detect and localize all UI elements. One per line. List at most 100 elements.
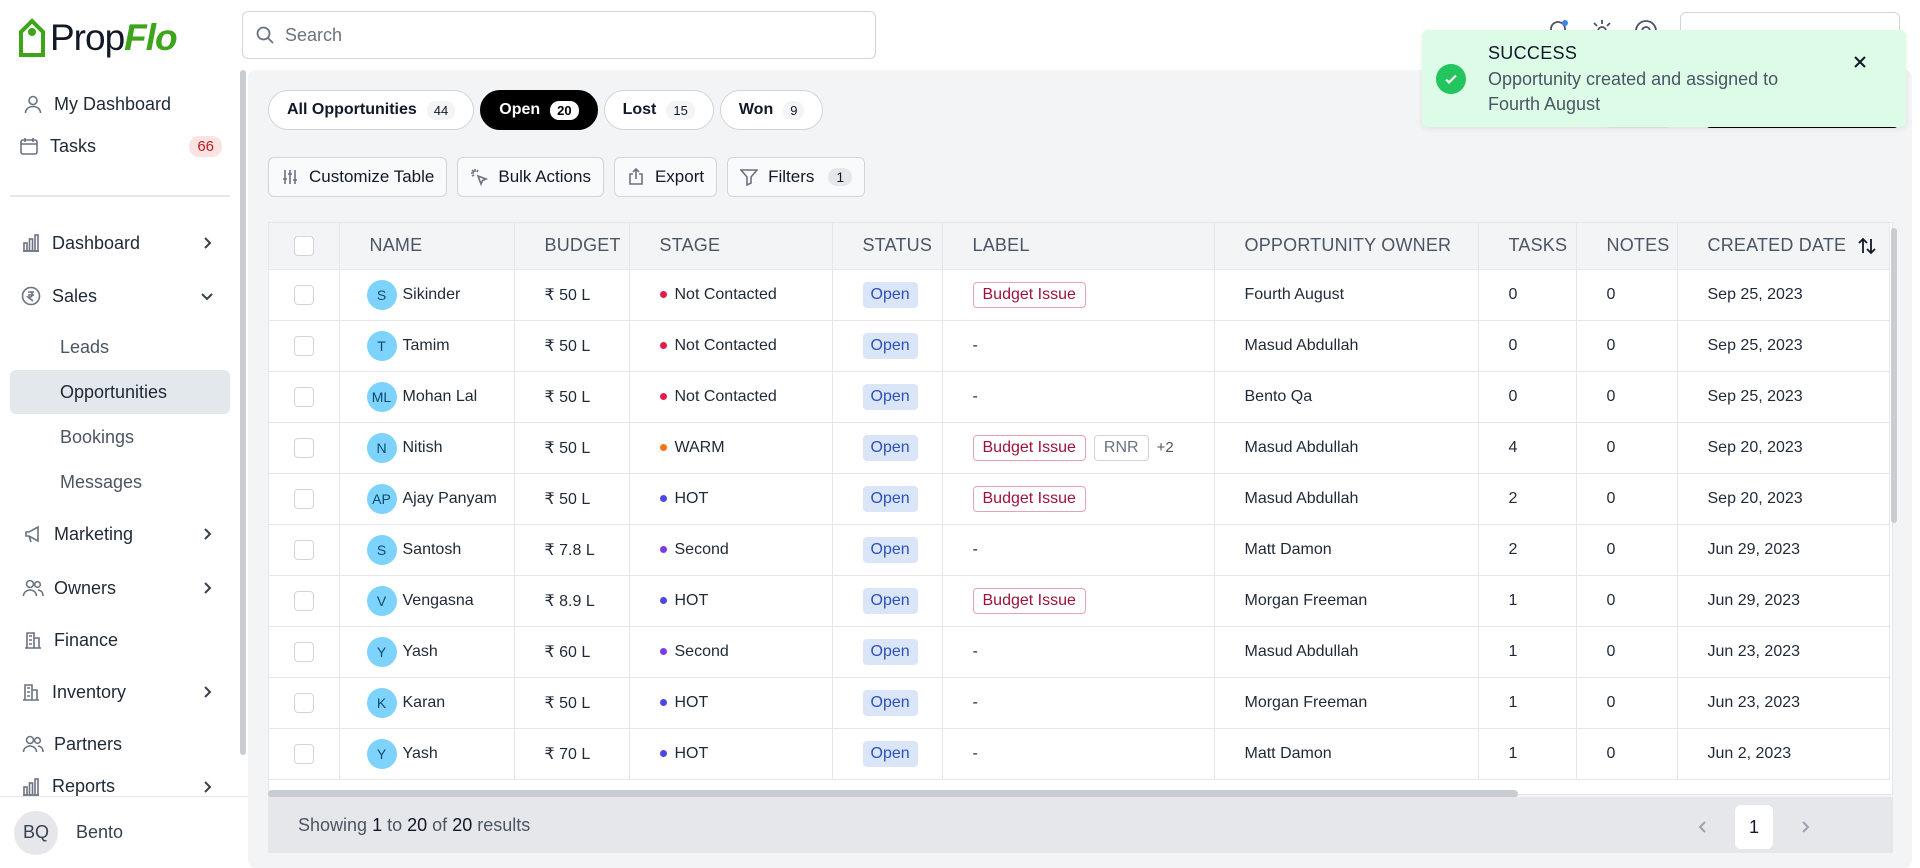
- table-row[interactable]: V Vengasna ₹ 8.9 L HOT Open Budget Issue Morga…: [269, 575, 1890, 627]
- tab-won[interactable]: Won 9: [719, 90, 824, 130]
- name-cell[interactable]: Y Yash: [339, 626, 515, 678]
- table-row[interactable]: S Santosh ₹ 7.8 L Second Open - Matt Damon 2 0 Ju…: [269, 524, 1890, 576]
- notes-cell: 0: [1576, 269, 1678, 321]
- tab-lost[interactable]: Lost 15: [603, 90, 714, 130]
- search-icon: [255, 25, 275, 45]
- tab-all-opportunities[interactable]: All Opportunities 44: [268, 90, 475, 130]
- search-input[interactable]: [285, 24, 845, 46]
- stage-dot: [659, 443, 667, 451]
- column-header-notes[interactable]: NOTES: [1576, 223, 1678, 270]
- sort-icon[interactable]: [1857, 236, 1877, 256]
- empty-label: -: [972, 744, 978, 762]
- customize-table-button[interactable]: Customize Table: [268, 157, 448, 197]
- logo[interactable]: PropFlo: [18, 16, 178, 60]
- building-icon: [20, 681, 42, 703]
- row-checkbox[interactable]: [293, 335, 314, 356]
- budget-cell: ₹ 7.8 L: [514, 524, 630, 576]
- stage-cell: Not Contacted: [629, 371, 833, 423]
- column-header-owner[interactable]: OPPORTUNITY OWNER: [1214, 223, 1479, 270]
- stage-cell: WARM: [629, 422, 833, 474]
- column-header-status[interactable]: STATUS: [832, 223, 943, 270]
- row-checkbox[interactable]: [293, 641, 314, 662]
- label-tag: RNR: [1093, 434, 1149, 461]
- avatar: BQ: [14, 810, 58, 855]
- export-button[interactable]: Export: [613, 157, 718, 197]
- row-checkbox[interactable]: [293, 743, 314, 764]
- table-row[interactable]: S Sikinder ₹ 50 L Not Contacted Open Budget I…: [269, 269, 1890, 321]
- sidebar-item-inventory[interactable]: Inventory: [10, 670, 230, 714]
- table-row[interactable]: Y Yash ₹ 60 L Second Open - Masud Abdullah 1 0 Ju…: [269, 626, 1890, 678]
- table-row[interactable]: T Tamim ₹ 50 L Not Contacted Open - Masud Abdu…: [269, 320, 1890, 372]
- sidebar-item-marketing[interactable]: Marketing: [10, 512, 230, 556]
- sidebar-item-tasks[interactable]: Tasks 66: [10, 124, 230, 168]
- sidebar-item-owners[interactable]: Owners: [10, 566, 230, 610]
- row-checkbox[interactable]: [293, 692, 314, 713]
- name-cell[interactable]: K Karan: [339, 677, 515, 729]
- name-cell[interactable]: S Santosh: [339, 524, 515, 576]
- status-cell: Open: [832, 422, 943, 474]
- tab-open[interactable]: Open 20: [480, 90, 598, 130]
- filters-button[interactable]: Filters 1: [727, 157, 866, 197]
- name-cell[interactable]: AP Ajay Panyam: [339, 473, 515, 525]
- sidebar-item-dashboard[interactable]: Dashboard: [10, 221, 230, 265]
- name-cell[interactable]: Y Yash: [339, 728, 515, 780]
- row-checkbox[interactable]: [293, 284, 314, 305]
- users-icon: [22, 733, 44, 755]
- row-select-cell: [269, 626, 340, 678]
- page-button[interactable]: 1: [1735, 805, 1773, 849]
- status-badge: Open: [862, 587, 918, 614]
- stage-text: Not Contacted: [674, 336, 777, 354]
- column-header-name[interactable]: NAME: [339, 223, 515, 270]
- table-row[interactable]: K Karan ₹ 50 L HOT Open - Morgan Freeman 1 0 Jun …: [269, 677, 1890, 729]
- name-cell[interactable]: ML Mohan Lal: [339, 371, 515, 423]
- sidebar-item-bookings[interactable]: Bookings: [10, 415, 230, 459]
- label-cell: -: [942, 524, 1215, 576]
- sidebar-item-my-dashboard[interactable]: My Dashboard: [10, 82, 230, 126]
- select-all-checkbox[interactable]: [293, 236, 314, 257]
- sidebar-item-sales[interactable]: Sales: [10, 274, 230, 318]
- status-badge: Open: [862, 485, 918, 512]
- table-row[interactable]: N Nitish ₹ 50 L WARM Open Budget Issue RNR +2 Ma…: [269, 422, 1890, 474]
- close-icon[interactable]: [1850, 52, 1870, 72]
- sidebar-scrollbar[interactable]: [240, 70, 246, 755]
- next-page-icon[interactable]: [1797, 819, 1813, 835]
- bulk-actions-button[interactable]: Bulk Actions: [457, 157, 604, 197]
- name-cell[interactable]: N Nitish: [339, 422, 515, 474]
- table-row[interactable]: AP Ajay Panyam ₹ 50 L HOT Open Budget Issue Ma…: [269, 473, 1890, 525]
- row-checkbox[interactable]: [293, 437, 314, 458]
- table-row[interactable]: Y Yash ₹ 70 L HOT Open - Matt Damon 1 0 Jun 2, 20…: [269, 728, 1890, 780]
- sidebar-item-opportunities[interactable]: Opportunities: [10, 370, 230, 414]
- opportunity-name: Yash: [402, 642, 438, 660]
- sidebar-item-finance[interactable]: Finance: [10, 618, 230, 662]
- table-row[interactable]: ML Mohan Lal ₹ 50 L Not Contacted Open - Bento…: [269, 371, 1890, 423]
- column-header-label[interactable]: LABEL: [942, 223, 1215, 270]
- notes-cell: 0: [1576, 524, 1678, 576]
- column-header-stage[interactable]: STAGE: [629, 223, 833, 270]
- search-bar[interactable]: [242, 11, 876, 59]
- more-labels[interactable]: +2: [1157, 439, 1174, 456]
- name-cell[interactable]: V Vengasna: [339, 575, 515, 627]
- prev-page-icon[interactable]: [1695, 819, 1711, 835]
- column-header-budget[interactable]: BUDGET: [514, 223, 630, 270]
- row-checkbox[interactable]: [293, 386, 314, 407]
- column-header-created-date[interactable]: CREATED DATE: [1677, 223, 1890, 270]
- sidebar-item-reports[interactable]: Reports: [10, 772, 230, 796]
- sidebar-item-partners[interactable]: Partners: [10, 722, 230, 766]
- sidebar-item-leads[interactable]: Leads: [10, 325, 230, 369]
- stage-cell: HOT: [629, 575, 833, 627]
- row-checkbox[interactable]: [293, 539, 314, 560]
- chevron-right-icon: [198, 778, 216, 796]
- name-cell[interactable]: T Tamim: [339, 320, 515, 372]
- column-header-tasks[interactable]: TASKS: [1478, 223, 1577, 270]
- user-profile[interactable]: BQ Bento: [0, 796, 248, 868]
- stage-text: HOT: [674, 744, 709, 762]
- sidebar-item-messages[interactable]: Messages: [10, 460, 230, 504]
- name-cell[interactable]: S Sikinder: [339, 269, 515, 321]
- row-checkbox[interactable]: [293, 590, 314, 611]
- owner-cell: Fourth August: [1214, 269, 1479, 321]
- table-vertical-scrollbar[interactable]: [1891, 228, 1897, 523]
- label-cell: Budget Issue RNR +2: [942, 422, 1215, 474]
- column-header-label: CREATED DATE: [1707, 235, 1847, 256]
- row-checkbox[interactable]: [293, 488, 314, 509]
- stage-dot: [659, 698, 667, 706]
